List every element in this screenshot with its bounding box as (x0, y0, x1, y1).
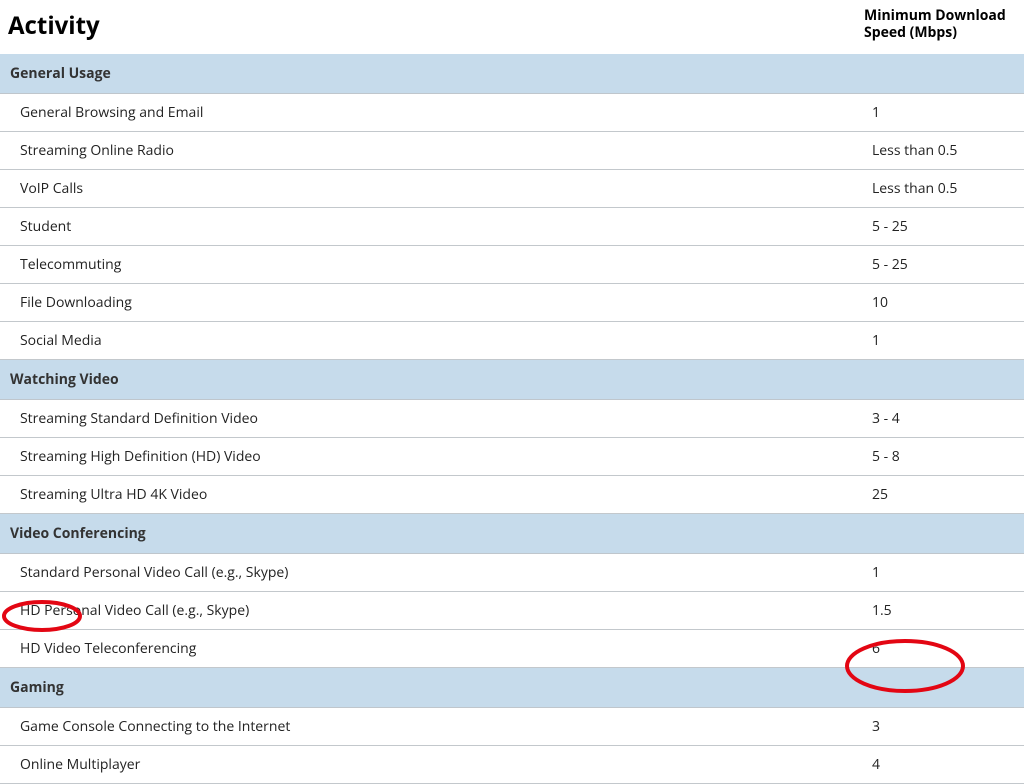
activity-label: Streaming Ultra HD 4K Video (20, 485, 872, 504)
table-row: Game Console Connecting to the Internet … (0, 708, 1024, 746)
table-row: Online Multiplayer 4 (0, 746, 1024, 784)
activity-label: File Downloading (20, 293, 872, 312)
activity-label: VoIP Calls (20, 179, 872, 198)
activity-label: Streaming Standard Definition Video (20, 409, 872, 428)
activity-label: Streaming Online Radio (20, 141, 872, 160)
speed-value: 3 (872, 717, 1024, 736)
speed-value: 5 - 25 (872, 217, 1024, 236)
section-header-general-usage: General Usage (0, 54, 1024, 94)
speed-value: 10 (872, 293, 1024, 312)
table-row: Telecommuting 5 - 25 (0, 246, 1024, 284)
speed-value: 1 (872, 331, 1024, 350)
speed-value: Less than 0.5 (872, 141, 1024, 160)
table-row: Streaming Ultra HD 4K Video 25 (0, 476, 1024, 514)
column-header-speed: Minimum Download Speed (Mbps) (864, 8, 1016, 42)
speed-value: Less than 0.5 (872, 179, 1024, 198)
speed-value: 1 (872, 103, 1024, 122)
activity-label: Standard Personal Video Call (e.g., Skyp… (20, 563, 872, 582)
table-row: HD Personal Video Call (e.g., Skype) 1.5 (0, 592, 1024, 630)
activity-label: Student (20, 217, 872, 236)
speed-value: 5 - 25 (872, 255, 1024, 274)
table-row: Standard Personal Video Call (e.g., Skyp… (0, 554, 1024, 592)
speed-value: 1.5 (872, 601, 1024, 620)
table-row: General Browsing and Email 1 (0, 94, 1024, 132)
column-header-activity: Activity (8, 9, 864, 42)
activity-label: Streaming High Definition (HD) Video (20, 447, 872, 466)
activity-label: Online Multiplayer (20, 755, 872, 774)
speed-requirements-table: Activity Minimum Download Speed (Mbps) G… (0, 0, 1024, 784)
activity-label: Game Console Connecting to the Internet (20, 717, 872, 736)
table-row: Streaming Online Radio Less than 0.5 (0, 132, 1024, 170)
section-header-watching-video: Watching Video (0, 360, 1024, 400)
activity-label: HD Personal Video Call (e.g., Skype) (20, 601, 872, 620)
speed-value: 25 (872, 485, 1024, 504)
table-row: Streaming Standard Definition Video 3 - … (0, 400, 1024, 438)
activity-label: General Browsing and Email (20, 103, 872, 122)
table-row: Social Media 1 (0, 322, 1024, 360)
speed-value: 5 - 8 (872, 447, 1024, 466)
activity-label: HD Video Teleconferencing (20, 639, 872, 658)
speed-value: 4 (872, 755, 1024, 774)
table-header-row: Activity Minimum Download Speed (Mbps) (0, 0, 1024, 54)
table-row: Student 5 - 25 (0, 208, 1024, 246)
speed-value: 1 (872, 563, 1024, 582)
activity-label: Telecommuting (20, 255, 872, 274)
speed-value: 6 (872, 639, 1024, 658)
table-row: File Downloading 10 (0, 284, 1024, 322)
activity-label: Social Media (20, 331, 872, 350)
section-header-gaming: Gaming (0, 668, 1024, 708)
table-row: VoIP Calls Less than 0.5 (0, 170, 1024, 208)
table-row: Streaming High Definition (HD) Video 5 -… (0, 438, 1024, 476)
section-header-video-conferencing: Video Conferencing (0, 514, 1024, 554)
speed-value: 3 - 4 (872, 409, 1024, 428)
table-row: HD Video Teleconferencing 6 (0, 630, 1024, 668)
